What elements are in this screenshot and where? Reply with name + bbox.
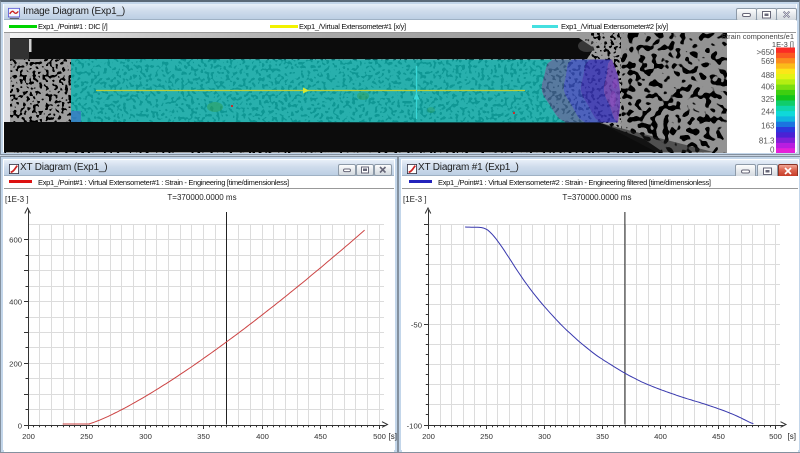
svg-text:T=370000.0000 ms: T=370000.0000 ms	[167, 193, 236, 202]
svg-text:[s]: [s]	[389, 432, 397, 441]
svg-text:500: 500	[769, 432, 782, 441]
svg-text:300: 300	[538, 432, 551, 441]
svg-text:488: 488	[761, 71, 775, 80]
svg-text:200: 200	[22, 432, 35, 441]
svg-text:-50: -50	[411, 321, 422, 330]
svg-text:250: 250	[480, 432, 493, 441]
svg-text:[1E-3 ]: [1E-3 ]	[5, 195, 29, 204]
svg-text:[1E-3 ]: [1E-3 ]	[403, 195, 427, 204]
svg-text:>650: >650	[756, 48, 775, 57]
svg-text:406: 406	[761, 82, 775, 91]
svg-text:350: 350	[197, 432, 210, 441]
svg-text:350: 350	[596, 432, 609, 441]
svg-text:0: 0	[770, 146, 775, 154]
svg-text:200: 200	[9, 360, 22, 369]
svg-text:250: 250	[80, 432, 93, 441]
svg-text:300: 300	[139, 432, 152, 441]
svg-text:450: 450	[712, 432, 725, 441]
svg-text:1E-3 []: 1E-3 []	[772, 40, 794, 49]
svg-text:0: 0	[18, 422, 22, 431]
svg-text:163: 163	[761, 121, 775, 130]
svg-text:244: 244	[761, 108, 775, 117]
svg-text:T=370000.0000 ms: T=370000.0000 ms	[562, 193, 631, 202]
svg-text:400: 400	[9, 298, 22, 307]
svg-text:-100: -100	[407, 422, 422, 431]
svg-text:500: 500	[373, 432, 386, 441]
svg-text:400: 400	[654, 432, 667, 441]
svg-text:325: 325	[761, 95, 775, 104]
svg-text:[s]: [s]	[788, 432, 796, 441]
svg-text:569: 569	[761, 57, 775, 66]
svg-text:450: 450	[314, 432, 327, 441]
svg-text:81.3: 81.3	[759, 136, 775, 145]
svg-text:200: 200	[422, 432, 435, 441]
svg-text:600: 600	[9, 236, 22, 245]
svg-text:400: 400	[256, 432, 269, 441]
